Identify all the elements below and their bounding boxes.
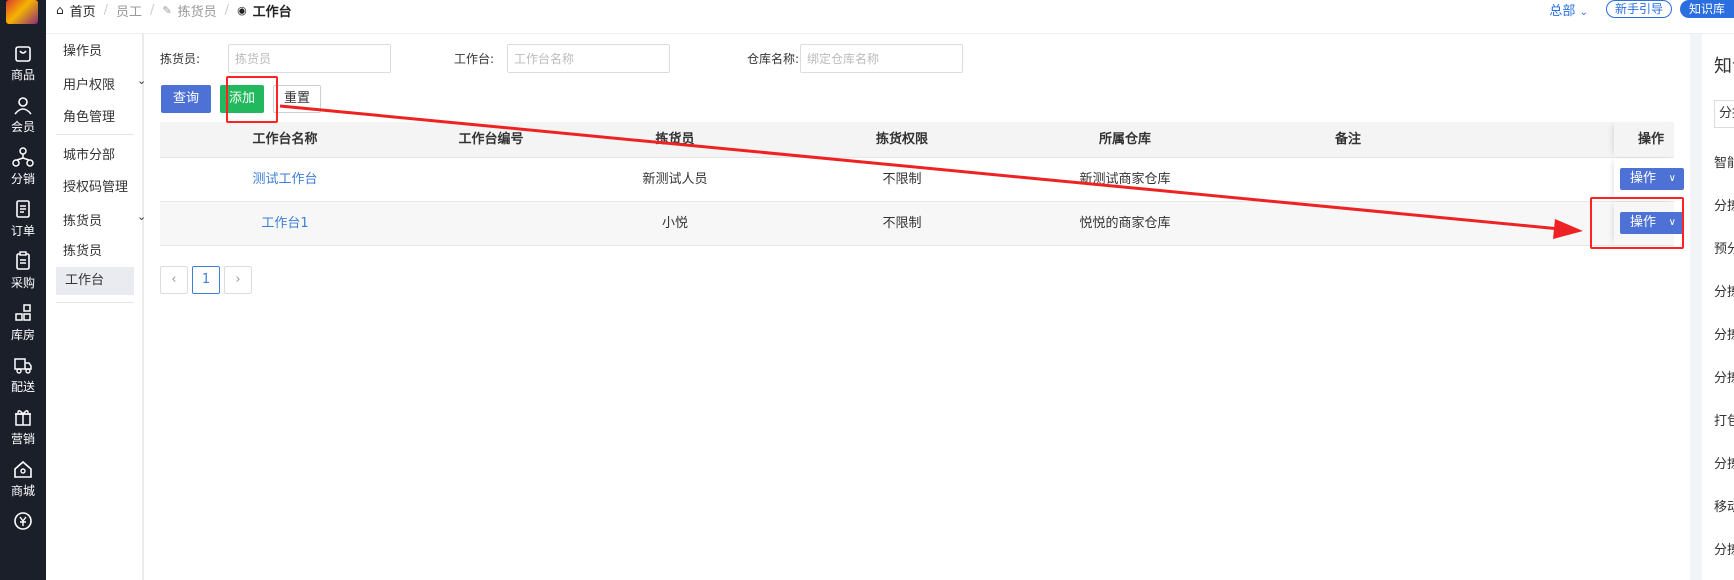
annotation-arrow [279,104,1583,239]
app-window: 商品 会员 分销 订单 采购 库房 配送 营销 商城 ⌂ 首页 / 员工 / ✎… [0,0,1734,580]
